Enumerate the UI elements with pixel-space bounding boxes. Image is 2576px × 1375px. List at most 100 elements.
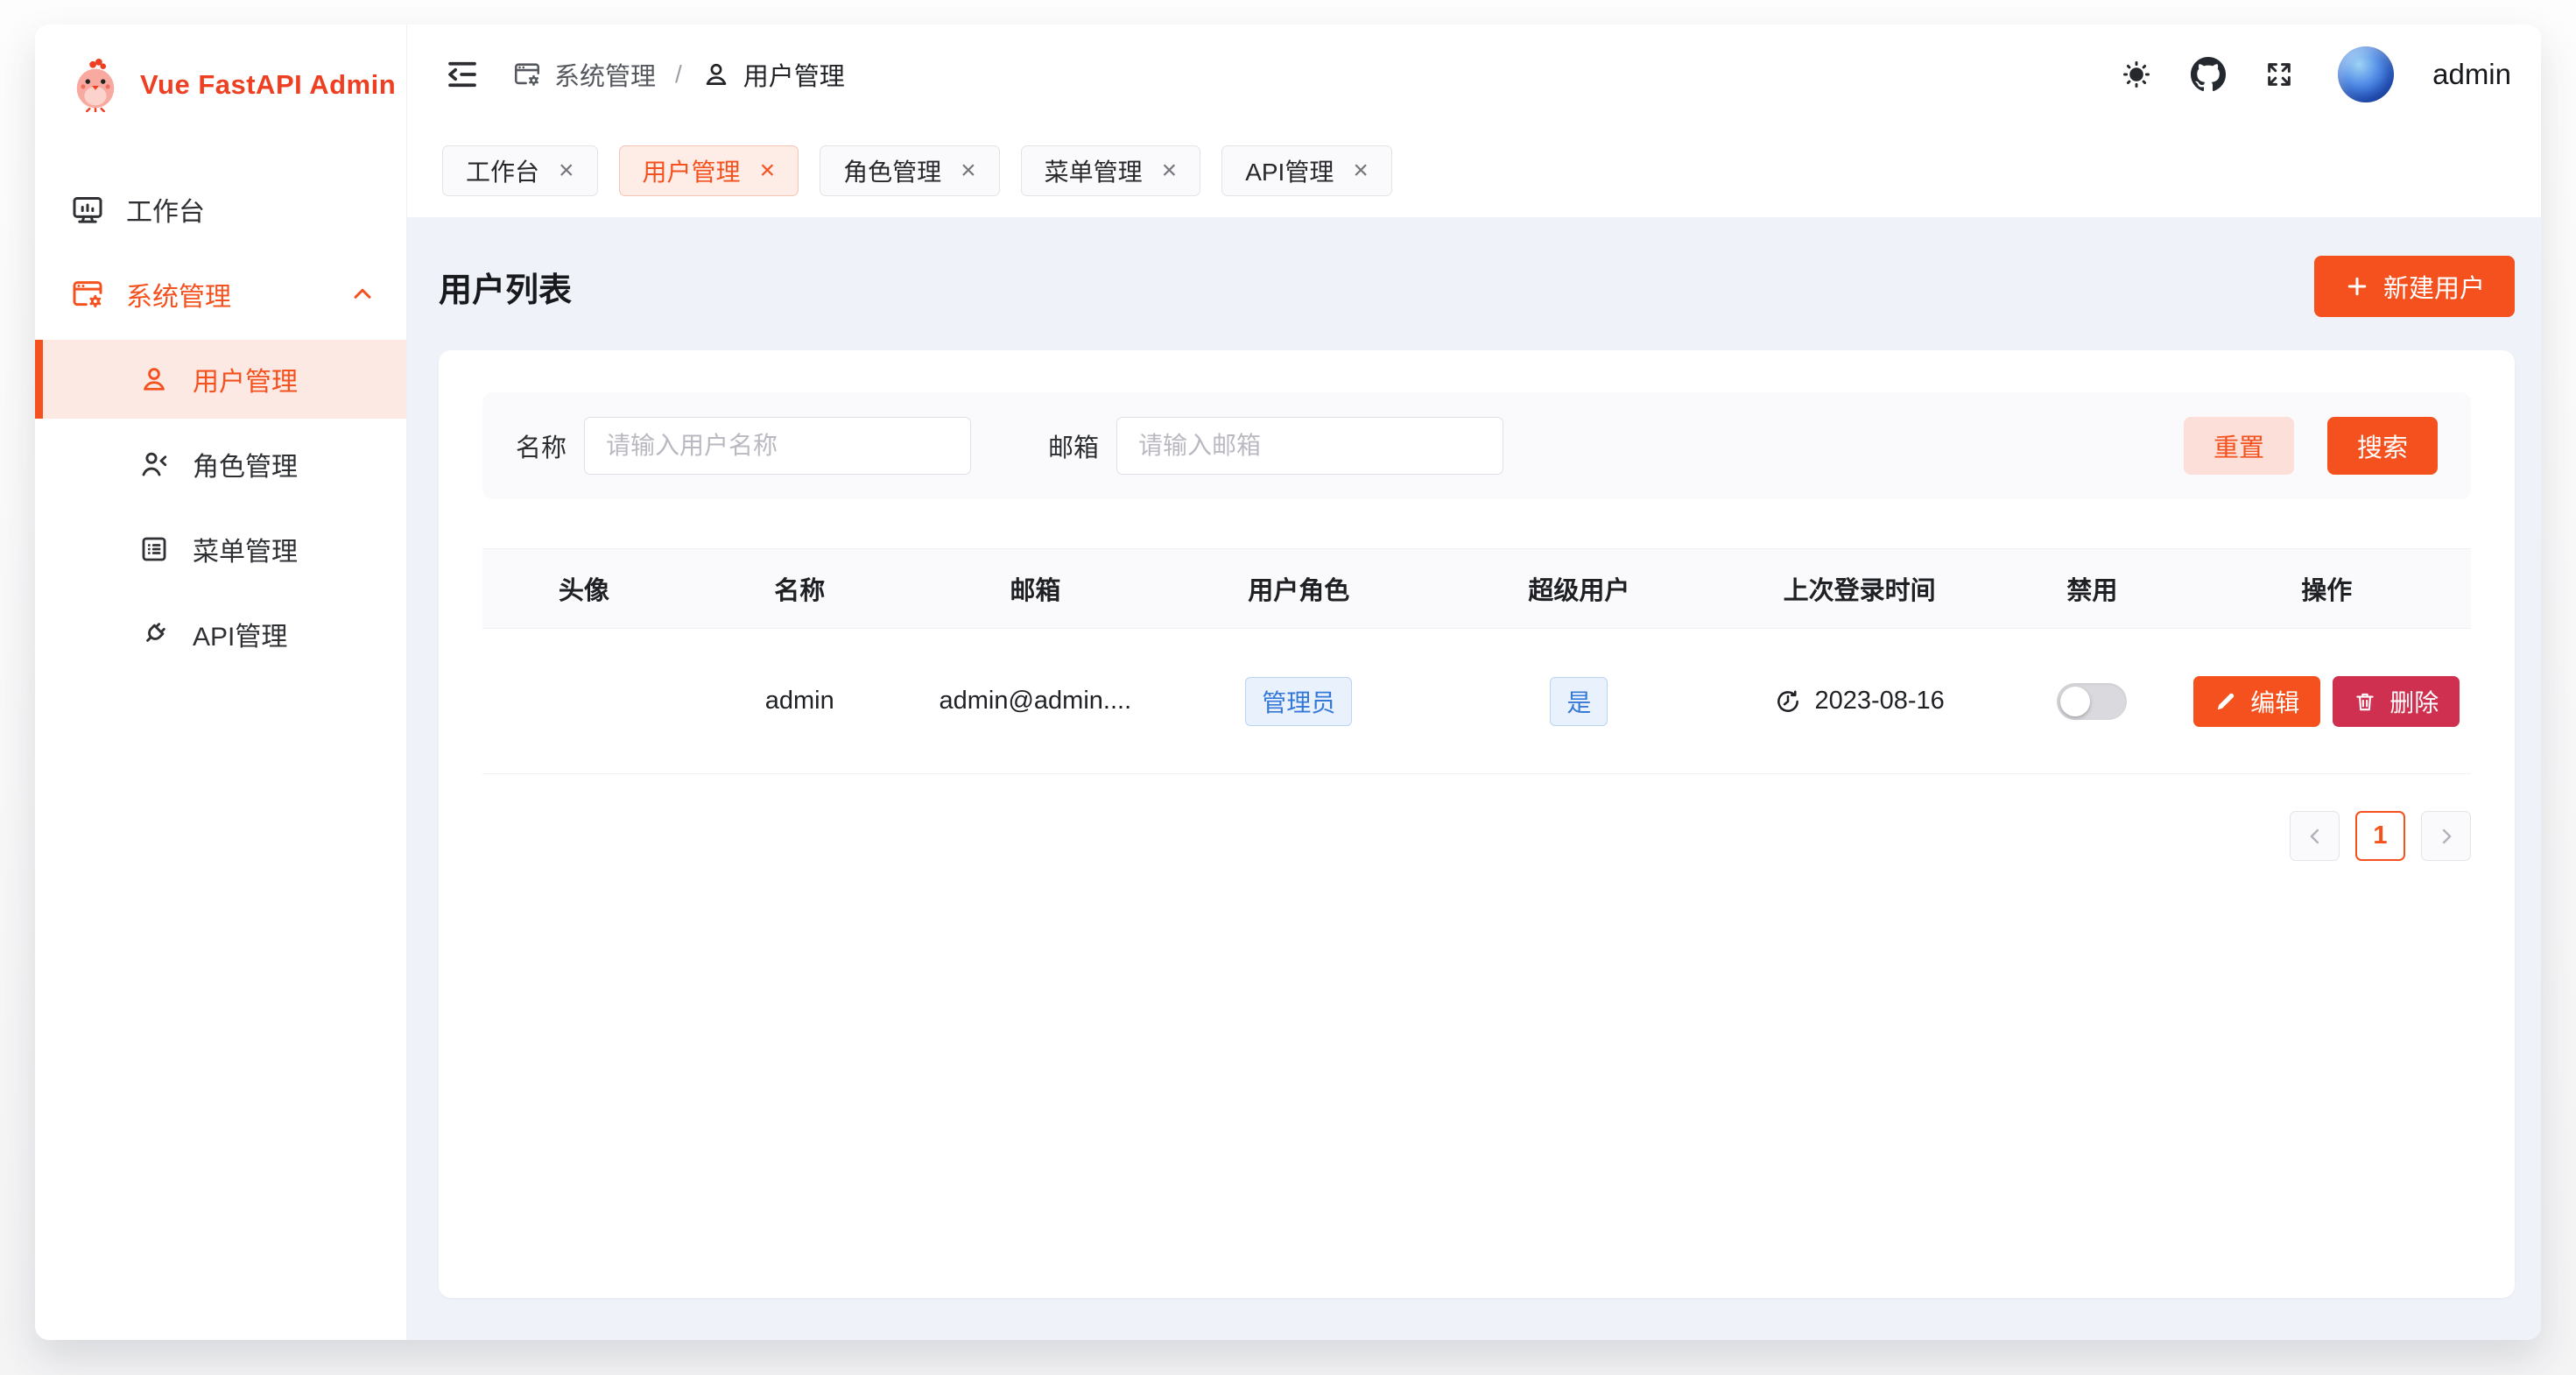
next-page-button[interactable]	[2421, 811, 2471, 861]
sidebar-item-roles[interactable]: 角色管理	[35, 425, 406, 504]
user-role-icon	[138, 448, 170, 480]
main-area: 系统管理 / 用户管理	[407, 25, 2541, 1340]
tab-label: 菜单管理	[1045, 153, 1143, 188]
close-icon[interactable]: ×	[961, 158, 976, 184]
name-filter-input[interactable]	[584, 417, 971, 475]
name-filter-label: 名称	[516, 427, 567, 464]
column-header-lastlogin: 上次登录时间	[1717, 570, 2002, 607]
sidebar-item-label: 菜单管理	[193, 530, 298, 568]
disable-toggle[interactable]	[2057, 683, 2127, 720]
breadcrumb-separator: /	[675, 60, 682, 88]
github-icon[interactable]	[2191, 57, 2226, 92]
tab-roles[interactable]: 角色管理 ×	[820, 145, 1000, 196]
edit-button-label: 编辑	[2250, 684, 2299, 719]
user-icon	[138, 363, 170, 395]
edit-button[interactable]: 编辑	[2193, 676, 2320, 727]
superuser-tag: 是	[1550, 677, 1608, 726]
fullscreen-icon[interactable]	[2264, 60, 2294, 89]
app-window: Vue FastAPI Admin 工作台	[35, 25, 2541, 1340]
breadcrumb: 系统管理 / 用户管理	[512, 56, 845, 93]
tab-workbench[interactable]: 工作台 ×	[442, 145, 598, 196]
reset-button[interactable]: 重置	[2184, 417, 2294, 475]
disabled-cell	[2002, 683, 2183, 720]
sidebar-item-menus[interactable]: 菜单管理	[35, 510, 406, 589]
top-header: 系统管理 / 用户管理	[407, 25, 2541, 124]
email-filter-label: 邮箱	[1048, 427, 1099, 464]
search-button[interactable]: 搜索	[2327, 417, 2438, 475]
column-header-disabled: 禁用	[2002, 570, 2183, 607]
close-icon[interactable]: ×	[1162, 158, 1178, 184]
column-header-superuser: 超级用户	[1441, 570, 1718, 607]
column-header-avatar: 头像	[482, 570, 686, 607]
sidebar-item-label: API管理	[193, 615, 287, 653]
sidebar-item-workbench[interactable]: 工作台	[35, 170, 406, 249]
trash-icon	[2354, 690, 2376, 713]
column-header-email: 邮箱	[914, 570, 1157, 607]
breadcrumb-item-system[interactable]: 系统管理	[512, 56, 656, 93]
theme-sun-icon[interactable]	[2121, 59, 2152, 90]
window-settings-icon	[70, 277, 105, 312]
tab-users[interactable]: 用户管理 ×	[619, 145, 799, 196]
table-header-row: 头像 名称 邮箱 用户角色 超级用户 上次登录时间 禁用 操作	[482, 548, 2471, 629]
prev-page-button[interactable]	[2290, 811, 2340, 861]
menu-list-icon	[138, 533, 170, 565]
user-avatar[interactable]	[2338, 46, 2394, 102]
tab-api[interactable]: API管理 ×	[1221, 145, 1392, 196]
pencil-icon	[2214, 690, 2237, 713]
sidebar-item-label: 角色管理	[193, 445, 298, 483]
header-actions: admin	[2121, 46, 2511, 102]
page-header: 用户列表 新建用户	[439, 256, 2515, 317]
last-login-cell: 2023-08-16	[1717, 687, 2002, 716]
sidebar-item-label: 工作台	[126, 190, 205, 229]
page-title: 用户列表	[439, 263, 572, 311]
window-settings-icon	[512, 60, 542, 89]
sidebar-collapse-icon[interactable]	[444, 56, 481, 93]
username[interactable]: admin	[2432, 58, 2511, 91]
actions-cell: 编辑 删除	[2183, 676, 2471, 727]
breadcrumb-label: 系统管理	[554, 56, 656, 93]
tab-label: 角色管理	[843, 153, 941, 188]
delete-button[interactable]: 删除	[2333, 676, 2460, 727]
pagination: 1	[482, 811, 2471, 861]
clock-icon	[1774, 688, 1802, 716]
last-login-value: 2023-08-16	[1814, 687, 1944, 716]
users-table: 头像 名称 邮箱 用户角色 超级用户 上次登录时间 禁用 操作 admin ad…	[482, 548, 2471, 774]
close-icon[interactable]: ×	[1353, 158, 1369, 184]
delete-button-label: 删除	[2389, 684, 2439, 719]
user-icon	[701, 60, 731, 89]
close-icon[interactable]: ×	[559, 158, 574, 184]
column-header-actions: 操作	[2183, 570, 2471, 607]
app-logo[interactable]: Vue FastAPI Admin	[35, 25, 406, 145]
role-cell: 管理员	[1157, 677, 1441, 726]
superuser-cell: 是	[1441, 677, 1718, 726]
new-user-button[interactable]: 新建用户	[2314, 256, 2515, 317]
tab-bar: 工作台 × 用户管理 × 角色管理 × 菜单管理 × API管理 ×	[407, 124, 2541, 217]
sidebar-item-api[interactable]: API管理	[35, 595, 406, 673]
breadcrumb-item-users[interactable]: 用户管理	[701, 56, 845, 93]
sidebar-item-system[interactable]: 系统管理	[35, 255, 406, 334]
content-area: 用户列表 新建用户 名称 邮箱 重置 搜索	[407, 217, 2541, 1340]
tab-label: 工作台	[466, 153, 539, 188]
sidebar-menu: 工作台 系统管理	[35, 145, 406, 673]
close-icon[interactable]: ×	[760, 158, 776, 184]
monitor-icon	[70, 192, 105, 227]
sidebar-item-users[interactable]: 用户管理	[35, 340, 406, 419]
app-title: Vue FastAPI Admin	[140, 69, 396, 101]
plug-icon	[138, 618, 170, 650]
role-tag: 管理员	[1245, 677, 1352, 726]
email-cell: admin@admin....	[914, 687, 1157, 716]
sidebar-item-label: 用户管理	[193, 360, 298, 398]
plus-icon	[2344, 273, 2370, 300]
page-number-button[interactable]: 1	[2355, 811, 2405, 861]
sidebar: Vue FastAPI Admin 工作台	[35, 25, 407, 1340]
filter-panel: 名称 邮箱 重置 搜索	[482, 392, 2471, 499]
breadcrumb-label: 用户管理	[743, 56, 845, 93]
email-filter-input[interactable]	[1116, 417, 1503, 475]
chevron-up-icon	[348, 280, 377, 308]
table-row: admin admin@admin.... 管理员 是	[482, 629, 2471, 774]
new-user-button-label: 新建用户	[2383, 268, 2485, 305]
column-header-role: 用户角色	[1157, 570, 1441, 607]
column-header-name: 名称	[686, 570, 914, 607]
content-card: 名称 邮箱 重置 搜索 头像 名称 邮箱 用户角色 超级用户	[439, 350, 2515, 1298]
tab-menus[interactable]: 菜单管理 ×	[1021, 145, 1201, 196]
